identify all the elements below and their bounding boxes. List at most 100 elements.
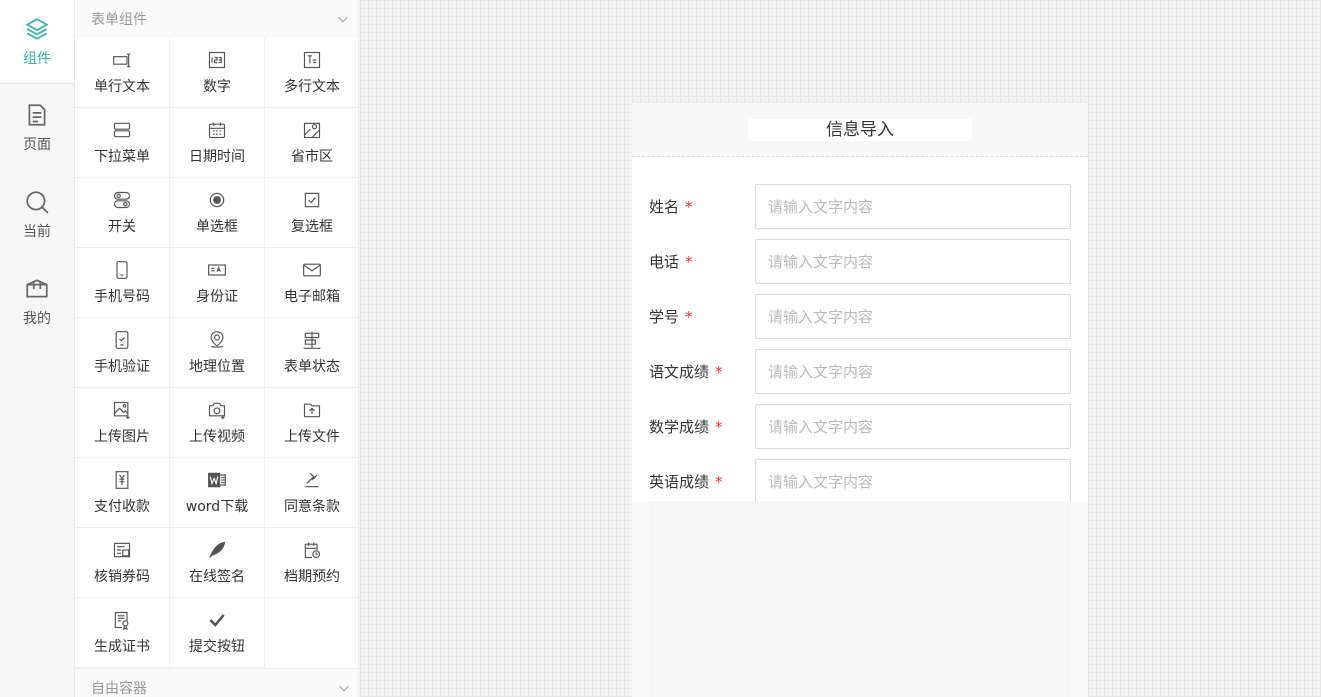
component-label: 手机号码	[94, 288, 150, 305]
multiline-text-icon	[303, 51, 321, 68]
component-multiline-text[interactable]: 多行文本	[265, 38, 358, 108]
component-dropdown[interactable]: 下拉菜单	[75, 108, 170, 178]
required-mark: *	[715, 363, 723, 381]
page-icon	[28, 103, 46, 126]
component-number[interactable]: 数字	[170, 38, 265, 108]
group-header-free-container[interactable]: 自由容器	[75, 668, 358, 697]
rail-item-label: 我的	[23, 310, 51, 327]
rail-item-label: 页面	[23, 136, 51, 153]
component-form-status[interactable]: 表单状态	[265, 318, 358, 388]
dropdown-icon	[113, 122, 131, 137]
file-upload-icon	[303, 403, 321, 417]
math-score-input[interactable]	[755, 404, 1071, 449]
rail-item-label: 当前	[23, 223, 51, 240]
check-icon	[209, 613, 225, 627]
field-label: 数学成绩 *	[649, 418, 723, 436]
component-label: 身份证	[196, 288, 238, 305]
component-label: 单行文本	[94, 78, 150, 95]
rail-item-mine[interactable]: 我的	[0, 258, 74, 345]
component-radio[interactable]: 单选框	[170, 178, 265, 248]
feather-icon	[209, 541, 226, 558]
name-input[interactable]	[755, 184, 1071, 229]
component-image-upload[interactable]: 上传图片	[75, 388, 170, 458]
location-icon	[210, 330, 224, 348]
component-label: 单选框	[196, 218, 238, 235]
coupon-icon	[113, 542, 131, 557]
form-title[interactable]: 信息导入	[748, 118, 972, 141]
video-upload-icon	[208, 402, 226, 419]
component-id-card[interactable]: 身份证	[170, 248, 265, 318]
certificate-icon	[114, 611, 129, 630]
form-empty-area	[649, 501, 1071, 697]
component-signature[interactable]: 在线签名	[170, 528, 265, 598]
phone-input[interactable]	[755, 239, 1071, 284]
component-label: 手机验证	[94, 358, 150, 375]
component-label: 开关	[108, 218, 136, 235]
component-label: 上传视频	[189, 428, 245, 445]
rail-item-current[interactable]: 当前	[0, 171, 74, 258]
component-label: 在线签名	[189, 568, 245, 585]
form-row[interactable]: 数学成绩 *	[649, 399, 1071, 454]
component-label: 核销券码	[94, 568, 150, 585]
form-row[interactable]: 语文成绩 *	[649, 344, 1071, 399]
component-datetime[interactable]: 日期时间	[170, 108, 265, 178]
component-submit-button[interactable]: 提交按钮	[170, 598, 265, 668]
component-video-upload[interactable]: 上传视频	[170, 388, 265, 458]
component-label: 档期预约	[284, 568, 340, 585]
layers-icon	[25, 17, 49, 40]
rail-item-label: 组件	[23, 50, 51, 67]
component-coupon[interactable]: 核销券码	[75, 528, 170, 598]
component-agree-terms[interactable]: 同意条款	[265, 458, 358, 528]
form-body: 姓名* 电话* 学号* 语文成绩* 数学成绩* 英语成绩*	[632, 157, 1088, 504]
word-icon	[208, 472, 226, 487]
component-word-download[interactable]: word下载	[170, 458, 265, 528]
component-location[interactable]: 地理位置	[170, 318, 265, 388]
component-label: 表单状态	[284, 358, 340, 375]
component-checkbox[interactable]: 复选框	[265, 178, 358, 248]
rail-item-page[interactable]: 页面	[0, 84, 74, 171]
search-icon	[26, 190, 49, 213]
student-id-input[interactable]	[755, 294, 1071, 339]
group-title: 表单组件	[91, 12, 147, 28]
component-file-upload[interactable]: 上传文件	[265, 388, 358, 458]
form-header[interactable]: 信息导入	[632, 103, 1088, 157]
component-label: 上传文件	[284, 428, 340, 445]
mobile-icon	[116, 260, 128, 279]
form-row[interactable]: 姓名 *	[649, 179, 1071, 234]
map-region-icon	[303, 122, 321, 138]
number-icon	[208, 51, 226, 68]
component-label: 省市区	[291, 148, 333, 165]
component-grid: 单行文本 数字 多行文本 下拉菜单 日期时间 省市区 开关 单选框 复选框 手机…	[75, 38, 358, 668]
rail-item-components[interactable]: 组件	[0, 0, 74, 84]
field-label: 电话 *	[649, 253, 693, 271]
component-switch[interactable]: 开关	[75, 178, 170, 248]
required-mark: *	[685, 308, 693, 326]
component-schedule[interactable]: 档期预约	[265, 528, 358, 598]
switch-icon	[113, 191, 131, 208]
component-region[interactable]: 省市区	[265, 108, 358, 178]
component-payment[interactable]: 支付收款	[75, 458, 170, 528]
form-status-icon	[303, 331, 321, 349]
mail-icon	[303, 263, 321, 276]
payment-icon	[115, 470, 129, 489]
component-email[interactable]: 电子邮箱	[265, 248, 358, 318]
english-score-input[interactable]	[755, 459, 1071, 504]
component-mobile[interactable]: 手机号码	[75, 248, 170, 318]
component-label: 地理位置	[189, 358, 245, 375]
component-label: 电子邮箱	[284, 288, 340, 305]
field-label: 姓名 *	[649, 198, 693, 216]
component-phone-verify[interactable]: 手机验证	[75, 318, 170, 388]
required-mark: *	[715, 473, 723, 491]
form-row[interactable]: 学号 *	[649, 289, 1071, 344]
form-row[interactable]: 电话 *	[649, 234, 1071, 289]
component-label: 支付收款	[94, 498, 150, 515]
group-header-form[interactable]: 表单组件	[75, 0, 358, 38]
component-certificate[interactable]: 生成证书	[75, 598, 170, 668]
radio-icon	[209, 192, 225, 207]
image-upload-icon	[113, 401, 130, 419]
component-label: 下拉菜单	[94, 148, 150, 165]
chinese-score-input[interactable]	[755, 349, 1071, 394]
component-single-line-text[interactable]: 单行文本	[75, 38, 170, 108]
agree-terms-icon	[305, 472, 319, 487]
component-label: 生成证书	[94, 638, 150, 655]
